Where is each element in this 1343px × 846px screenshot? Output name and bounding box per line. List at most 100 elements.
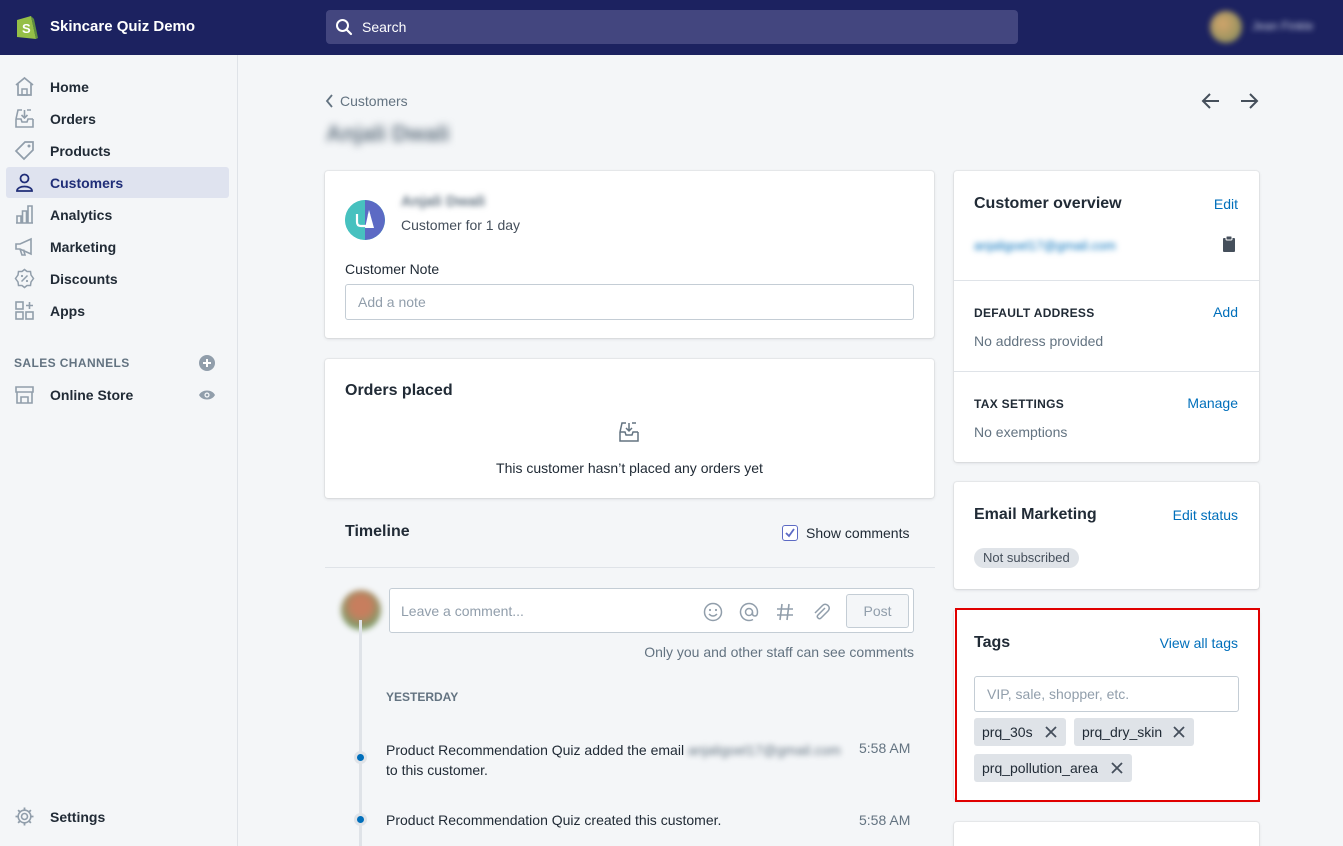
timeline-header: Timeline Show comments (325, 506, 935, 568)
chevron-left-icon (325, 94, 333, 108)
sidebar-item-label: Orders (50, 111, 96, 127)
divider (954, 280, 1259, 281)
sales-channels-title: SALES CHANNELS (14, 356, 130, 370)
orders-empty-text: This customer hasn’t placed any orders y… (496, 460, 763, 476)
sidebar-item-label: Analytics (50, 207, 113, 223)
sidebar-item-label: Discounts (50, 271, 118, 287)
attachment-icon[interactable] (811, 602, 831, 622)
eye-icon[interactable] (198, 388, 216, 402)
person-icon (16, 173, 33, 192)
manage-tax-link[interactable]: Manage (1187, 395, 1238, 411)
timeline-event: Product Recommendation Quiz created this… (386, 812, 722, 828)
sidebar: Home Orders Products Customers Analytics… (0, 55, 238, 846)
sidebar-item-online-store[interactable]: Online Store (6, 379, 229, 410)
store-icon (15, 386, 34, 404)
sidebar-item-label: Customers (50, 175, 124, 191)
event-text: to this customer. (386, 762, 488, 778)
search-icon (336, 19, 353, 36)
orders-card: Orders placed This customer hasn’t place… (325, 359, 934, 498)
sidebar-item-label: Online Store (50, 387, 134, 403)
apps-icon (15, 301, 34, 320)
add-channel-icon[interactable] (199, 355, 215, 371)
note-placeholder: Add a note (358, 294, 426, 310)
empty-orders-icon (619, 422, 639, 442)
event-time: 5:58 AM (859, 812, 911, 828)
user-avatar (1210, 11, 1242, 43)
home-icon (15, 76, 34, 96)
overview-title: Customer overview (974, 195, 1122, 212)
timeline-event-dot (354, 813, 367, 826)
bar-chart-icon (16, 205, 33, 224)
emoji-icon[interactable] (703, 602, 723, 622)
highlight-box (955, 608, 1260, 802)
event-email: anjaligoel17@gmail.com (687, 742, 841, 758)
edit-status-link[interactable]: Edit status (1173, 507, 1238, 523)
sidebar-item-products[interactable]: Products (6, 135, 229, 166)
customer-avatar (345, 200, 385, 240)
divider (954, 371, 1259, 372)
user-menu[interactable]: Jean Finkle (1204, 8, 1334, 46)
mention-icon[interactable] (739, 602, 759, 622)
gear-icon (15, 807, 34, 826)
status-badge: Not subscribed (974, 548, 1079, 568)
orders-title: Orders placed (345, 382, 453, 399)
overview-edit-link[interactable]: Edit (1214, 196, 1238, 212)
sidebar-item-label: Marketing (50, 239, 117, 255)
sidebar-item-apps[interactable]: Apps (6, 295, 229, 326)
svg-text:S: S (22, 21, 31, 36)
sidebar-item-orders[interactable]: Orders (6, 103, 229, 134)
comment-input[interactable]: Leave a comment... Post (389, 588, 914, 633)
hashtag-icon[interactable] (775, 602, 795, 622)
sidebar-item-marketing[interactable]: Marketing (6, 231, 229, 262)
show-comments-checkbox[interactable] (782, 525, 798, 541)
default-address-title: DEFAULT ADDRESS (974, 306, 1095, 320)
sidebar-item-label: Apps (50, 303, 85, 319)
sidebar-item-analytics[interactable]: Analytics (6, 199, 229, 230)
show-comments-label[interactable]: Show comments (806, 525, 909, 541)
event-time: 5:58 AM (859, 740, 911, 756)
next-card (954, 822, 1259, 846)
shopify-logo-icon[interactable]: S (14, 13, 39, 41)
timeline-event: Product Recommendation Quiz added the em… (386, 740, 841, 780)
email-marketing-title: Email Marketing (974, 506, 1097, 523)
clipboard-icon[interactable] (1223, 236, 1235, 252)
page-title: Anjali Dwali (326, 121, 450, 146)
search-bar[interactable]: Search (326, 10, 1018, 44)
previous-customer-icon[interactable] (1201, 92, 1221, 110)
store-name[interactable]: Skincare Quiz Demo (50, 18, 195, 35)
sidebar-item-customers[interactable]: Customers (6, 167, 229, 198)
sidebar-item-discounts[interactable]: Discounts (6, 263, 229, 294)
next-customer-icon[interactable] (1239, 92, 1259, 110)
staff-only-note: Only you and other staff can see comment… (644, 644, 914, 660)
no-exemptions-text: No exemptions (974, 424, 1068, 440)
search-placeholder: Search (362, 19, 407, 35)
customer-card: Anjali Dwali Customer for 1 day Customer… (325, 171, 934, 338)
customer-since: Customer for 1 day (401, 217, 521, 233)
no-address-text: No address provided (974, 333, 1104, 349)
sidebar-item-label: Settings (50, 809, 106, 825)
checkmark-icon (785, 528, 795, 538)
email-marketing-card: Email Marketing Edit status Not subscrib… (954, 482, 1259, 589)
top-bar: S Skincare Quiz Demo Search Jean Finkle (0, 0, 1343, 55)
add-address-link[interactable]: Add (1213, 304, 1238, 320)
sidebar-item-home[interactable]: Home (6, 71, 229, 102)
timeline-event-dot (354, 751, 367, 764)
customer-name: Anjali Dwali (401, 193, 486, 210)
timeline-day-label: YESTERDAY (386, 690, 459, 704)
breadcrumb-label: Customers (340, 93, 408, 109)
comment-placeholder: Leave a comment... (401, 603, 524, 619)
tag-icon (14, 141, 34, 161)
tax-settings-title: TAX SETTINGS (974, 397, 1065, 411)
orders-icon (15, 109, 34, 128)
customer-note-input[interactable]: Add a note (345, 284, 914, 320)
discount-icon (14, 268, 35, 289)
sidebar-item-settings[interactable]: Settings (6, 801, 229, 832)
post-button[interactable]: Post (846, 594, 909, 628)
timeline-title: Timeline (345, 523, 410, 540)
sidebar-item-label: Products (50, 143, 111, 159)
customer-email-link[interactable]: anjaligoel17@gmail.com (974, 238, 1116, 253)
user-name: Jean Finkle (1252, 19, 1314, 33)
customer-note-label: Customer Note (345, 261, 440, 277)
event-text: Product Recommendation Quiz added the em… (386, 742, 685, 758)
sidebar-item-label: Home (50, 79, 89, 95)
